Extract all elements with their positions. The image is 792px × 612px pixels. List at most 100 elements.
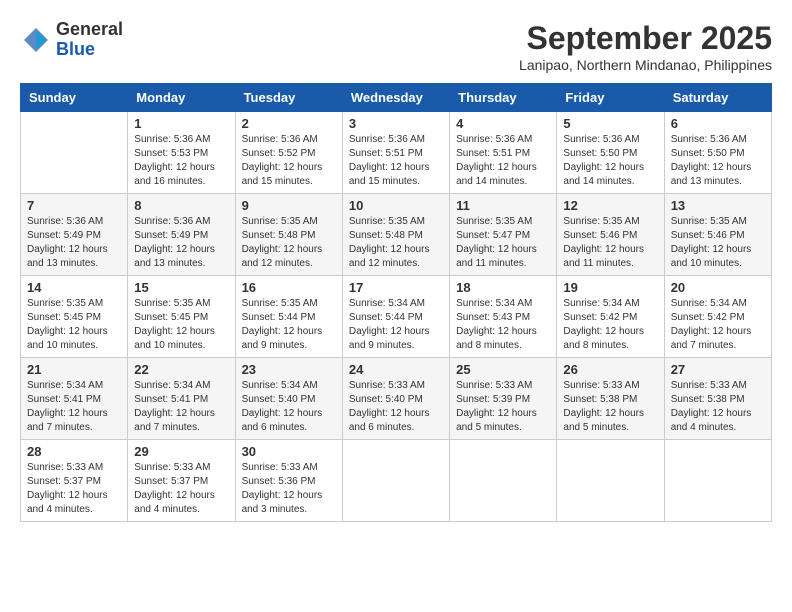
- calendar-cell: 28Sunrise: 5:33 AMSunset: 5:37 PMDayligh…: [21, 440, 128, 522]
- cell-info: Sunrise: 5:33 AMSunset: 5:37 PMDaylight:…: [134, 461, 228, 517]
- calendar-cell: 27 Sunrise: 5:33 AMSunset: 5:38 PMDayligh…: [664, 358, 771, 440]
- cell-info: Sunrise: 5:34 AMSunset: 5:43 PMDaylight:…: [456, 297, 550, 353]
- calendar-cell: 23Sunrise: 5:34 AMSunset: 5:40 PMDayligh…: [235, 358, 342, 440]
- calendar-cell: 3Sunrise: 5:36 AMSunset: 5:51 PMDaylight…: [342, 112, 449, 194]
- cell-date-number: 24: [349, 362, 443, 377]
- cell-date-number: 27: [671, 362, 765, 377]
- calendar-week-row: 14 Sunrise: 5:35 AMSunset: 5:45 PMDayligh…: [21, 276, 772, 358]
- logo-icon: [20, 24, 52, 56]
- calendar-cell: 22 Sunrise: 5:34 AMSunset: 5:41 PMDayligh…: [128, 358, 235, 440]
- cell-date-number: 11: [456, 198, 550, 213]
- calendar-cell: 6 Sunrise: 5:36 AMSunset: 5:50 PMDaylight…: [664, 112, 771, 194]
- cell-info: Sunrise: 5:34 AMSunset: 5:42 PMDaylight:…: [563, 297, 657, 353]
- cell-date-number: 9: [242, 198, 336, 213]
- cell-date-number: 3: [349, 116, 443, 131]
- calendar-cell: 21 Sunrise: 5:34 AMSunset: 5:41 PMDayligh…: [21, 358, 128, 440]
- calendar-cell: 26Sunrise: 5:33 AMSunset: 5:38 PMDayligh…: [557, 358, 664, 440]
- day-header: Sunday: [21, 84, 128, 112]
- cell-info: Sunrise: 5:36 AMSunset: 5:53 PMDaylight:…: [134, 133, 228, 189]
- cell-info: Sunrise: 5:35 AMSunset: 5:45 PMDaylight:…: [134, 297, 228, 353]
- calendar-cell: 7 Sunrise: 5:36 AMSunset: 5:49 PMDaylight…: [21, 194, 128, 276]
- calendar-cell: [450, 440, 557, 522]
- cell-info: Sunrise: 5:33 AMSunset: 5:38 PMDaylight:…: [563, 379, 657, 435]
- logo-general: General: [56, 20, 123, 40]
- calendar-table: SundayMondayTuesdayWednesdayThursdayFrid…: [20, 83, 772, 522]
- cell-info: Sunrise: 5:34 AMSunset: 5:41 PMDaylight:…: [27, 379, 121, 435]
- cell-info: Sunrise: 5:36 AMSunset: 5:51 PMDaylight:…: [456, 133, 550, 189]
- title-block: September 2025 Lanipao, Northern Mindana…: [519, 20, 772, 73]
- calendar-cell: 10Sunrise: 5:35 AMSunset: 5:48 PMDayligh…: [342, 194, 449, 276]
- cell-info: Sunrise: 5:35 AMSunset: 5:46 PMDaylight:…: [671, 215, 765, 271]
- cell-info: Sunrise: 5:35 AMSunset: 5:46 PMDaylight:…: [563, 215, 657, 271]
- cell-date-number: 7: [27, 198, 121, 213]
- page-title: September 2025: [519, 20, 772, 57]
- cell-info: Sunrise: 5:34 AMSunset: 5:42 PMDaylight:…: [671, 297, 765, 353]
- cell-info: Sunrise: 5:35 AMSunset: 5:47 PMDaylight:…: [456, 215, 550, 271]
- day-header: Friday: [557, 84, 664, 112]
- calendar-week-row: 1 Sunrise: 5:36 AMSunset: 5:53 PMDaylight…: [21, 112, 772, 194]
- cell-info: Sunrise: 5:35 AMSunset: 5:44 PMDaylight:…: [242, 297, 336, 353]
- cell-date-number: 19: [563, 280, 657, 295]
- cell-date-number: 18: [456, 280, 550, 295]
- calendar-cell: [342, 440, 449, 522]
- calendar-cell: [21, 112, 128, 194]
- calendar-cell: 13 Sunrise: 5:35 AMSunset: 5:46 PMDayligh…: [664, 194, 771, 276]
- cell-date-number: 14: [27, 280, 121, 295]
- cell-info: Sunrise: 5:34 AMSunset: 5:40 PMDaylight:…: [242, 379, 336, 435]
- cell-date-number: 22: [134, 362, 228, 377]
- calendar-cell: 15 Sunrise: 5:35 AMSunset: 5:45 PMDayligh…: [128, 276, 235, 358]
- calendar-cell: [664, 440, 771, 522]
- cell-date-number: 20: [671, 280, 765, 295]
- cell-info: Sunrise: 5:33 AMSunset: 5:38 PMDaylight:…: [671, 379, 765, 435]
- calendar-cell: 2Sunrise: 5:36 AMSunset: 5:52 PMDaylight…: [235, 112, 342, 194]
- cell-info: Sunrise: 5:35 AMSunset: 5:48 PMDaylight:…: [242, 215, 336, 271]
- cell-date-number: 17: [349, 280, 443, 295]
- cell-date-number: 16: [242, 280, 336, 295]
- calendar-cell: 14 Sunrise: 5:35 AMSunset: 5:45 PMDayligh…: [21, 276, 128, 358]
- calendar-cell: 25Sunrise: 5:33 AMSunset: 5:39 PMDayligh…: [450, 358, 557, 440]
- calendar-cell: 19 Sunrise: 5:34 AMSunset: 5:42 PMDayligh…: [557, 276, 664, 358]
- cell-info: Sunrise: 5:35 AMSunset: 5:48 PMDaylight:…: [349, 215, 443, 271]
- day-header: Saturday: [664, 84, 771, 112]
- cell-info: Sunrise: 5:35 AMSunset: 5:45 PMDaylight:…: [27, 297, 121, 353]
- calendar-cell: 29 Sunrise: 5:33 AMSunset: 5:37 PMDayligh…: [128, 440, 235, 522]
- calendar-cell: 9 Sunrise: 5:35 AMSunset: 5:48 PMDaylight…: [235, 194, 342, 276]
- calendar-cell: 17 Sunrise: 5:34 AMSunset: 5:44 PMDayligh…: [342, 276, 449, 358]
- cell-info: Sunrise: 5:33 AMSunset: 5:37 PMDaylight:…: [27, 461, 121, 517]
- cell-info: Sunrise: 5:33 AMSunset: 5:40 PMDaylight:…: [349, 379, 443, 435]
- logo-blue: Blue: [56, 40, 123, 60]
- calendar-cell: [557, 440, 664, 522]
- cell-date-number: 1: [134, 116, 228, 131]
- calendar-cell: 20 Sunrise: 5:34 AMSunset: 5:42 PMDayligh…: [664, 276, 771, 358]
- calendar-week-row: 28Sunrise: 5:33 AMSunset: 5:37 PMDayligh…: [21, 440, 772, 522]
- cell-info: Sunrise: 5:34 AMSunset: 5:41 PMDaylight:…: [134, 379, 228, 435]
- day-header: Wednesday: [342, 84, 449, 112]
- calendar-week-row: 21 Sunrise: 5:34 AMSunset: 5:41 PMDayligh…: [21, 358, 772, 440]
- cell-info: Sunrise: 5:36 AMSunset: 5:49 PMDaylight:…: [27, 215, 121, 271]
- cell-info: Sunrise: 5:34 AMSunset: 5:44 PMDaylight:…: [349, 297, 443, 353]
- cell-date-number: 5: [563, 116, 657, 131]
- calendar-cell: 11 Sunrise: 5:35 AMSunset: 5:47 PMDayligh…: [450, 194, 557, 276]
- cell-info: Sunrise: 5:36 AMSunset: 5:50 PMDaylight:…: [671, 133, 765, 189]
- cell-info: Sunrise: 5:36 AMSunset: 5:50 PMDaylight:…: [563, 133, 657, 189]
- calendar-cell: 18 Sunrise: 5:34 AMSunset: 5:43 PMDayligh…: [450, 276, 557, 358]
- calendar-cell: 16 Sunrise: 5:35 AMSunset: 5:44 PMDayligh…: [235, 276, 342, 358]
- cell-date-number: 15: [134, 280, 228, 295]
- logo: General Blue: [20, 20, 123, 60]
- calendar-cell: 24 Sunrise: 5:33 AMSunset: 5:40 PMDayligh…: [342, 358, 449, 440]
- calendar-cell: 1 Sunrise: 5:36 AMSunset: 5:53 PMDaylight…: [128, 112, 235, 194]
- cell-date-number: 21: [27, 362, 121, 377]
- cell-date-number: 13: [671, 198, 765, 213]
- calendar-week-row: 7 Sunrise: 5:36 AMSunset: 5:49 PMDaylight…: [21, 194, 772, 276]
- cell-date-number: 6: [671, 116, 765, 131]
- cell-date-number: 4: [456, 116, 550, 131]
- calendar-cell: 8Sunrise: 5:36 AMSunset: 5:49 PMDaylight…: [128, 194, 235, 276]
- calendar-cell: 5 Sunrise: 5:36 AMSunset: 5:50 PMDaylight…: [557, 112, 664, 194]
- cell-info: Sunrise: 5:36 AMSunset: 5:52 PMDaylight:…: [242, 133, 336, 189]
- cell-info: Sunrise: 5:33 AMSunset: 5:36 PMDaylight:…: [242, 461, 336, 517]
- calendar-cell: 30Sunrise: 5:33 AMSunset: 5:36 PMDayligh…: [235, 440, 342, 522]
- cell-date-number: 12: [563, 198, 657, 213]
- cell-date-number: 29: [134, 444, 228, 459]
- cell-info: Sunrise: 5:33 AMSunset: 5:39 PMDaylight:…: [456, 379, 550, 435]
- day-header: Tuesday: [235, 84, 342, 112]
